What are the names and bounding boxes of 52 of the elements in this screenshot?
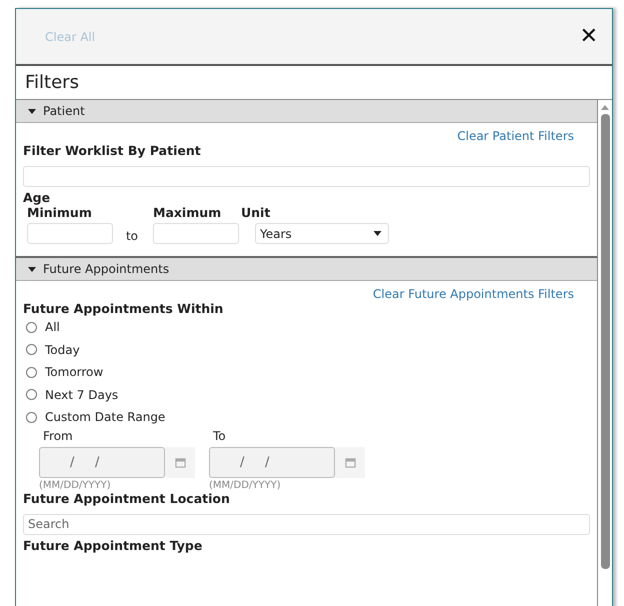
scroll-up-icon	[601, 105, 609, 110]
scrollbar[interactable]	[598, 100, 612, 606]
field-label: To	[213, 428, 227, 442]
maximum-input-field[interactable]	[153, 223, 239, 244]
radio-label: Custom Date Range	[45, 410, 166, 424]
radio-option[interactable]: Custom Date Range	[26, 406, 590, 428]
section-title: Patient	[43, 104, 85, 118]
clear-filters-link[interactable]: Clear Patient Filters	[457, 129, 574, 143]
section-title: Future Appointments	[43, 262, 170, 276]
radio-label: Tomorrow	[45, 365, 104, 380]
field-label: Age	[23, 190, 52, 205]
section-header[interactable]: Future Appointments	[16, 256, 597, 281]
search-field[interactable]: Search	[23, 514, 590, 534]
radio-label: All	[45, 320, 60, 334]
clear-filters-link[interactable]: Clear Future Appointments Filters	[372, 287, 574, 301]
date-input-field[interactable]: / /	[209, 446, 335, 478]
date-format-hint: (MM/DD/YYYY)	[209, 480, 282, 490]
calendar-button[interactable]	[165, 446, 195, 478]
close-button[interactable]: ✕	[580, 24, 598, 49]
radio-label: Next 7 Days	[45, 388, 118, 402]
field-label: Filter Worklist By Patient	[23, 143, 202, 158]
field-label: Future Appointment Type	[23, 538, 204, 552]
field-label: Unit	[241, 205, 272, 220]
radio-button[interactable]	[26, 412, 37, 423]
field-label: Minimum	[27, 205, 93, 220]
radio-button[interactable]	[26, 366, 37, 378]
minimum-input-field[interactable]	[27, 223, 113, 244]
caret-icon	[373, 231, 382, 236]
calendar-icon	[344, 456, 356, 468]
radio-option[interactable]: All	[26, 316, 590, 338]
patient-input-field[interactable]	[23, 166, 590, 187]
section-header[interactable]: Patient	[16, 100, 597, 123]
scrollbar-thumb[interactable]	[600, 114, 610, 569]
field-label: Future Appointment Location	[23, 490, 231, 506]
radio-label: Today	[45, 342, 80, 357]
field-label: From	[43, 428, 74, 442]
caret-icon	[28, 266, 36, 272]
field-label: Maximum	[153, 205, 222, 220]
caret-icon	[28, 108, 36, 114]
date-input-field[interactable]: / /	[39, 446, 165, 478]
radio-option[interactable]: Next 7 Days	[26, 384, 590, 406]
calendar-icon	[174, 456, 186, 468]
radio-button[interactable]	[26, 322, 37, 333]
radio-button[interactable]	[26, 389, 37, 400]
radio-option[interactable]: Tomorrow	[26, 361, 590, 384]
to-label: to	[124, 228, 140, 242]
radio-button[interactable]	[26, 344, 37, 356]
radio-option[interactable]: Today	[26, 338, 590, 361]
date-format-hint: (MM/DD/YYYY)	[39, 480, 112, 490]
unit-dropdown[interactable]: Years	[255, 223, 389, 244]
calendar-button[interactable]	[335, 446, 365, 478]
field-label: Future Appointments Within	[23, 301, 224, 316]
